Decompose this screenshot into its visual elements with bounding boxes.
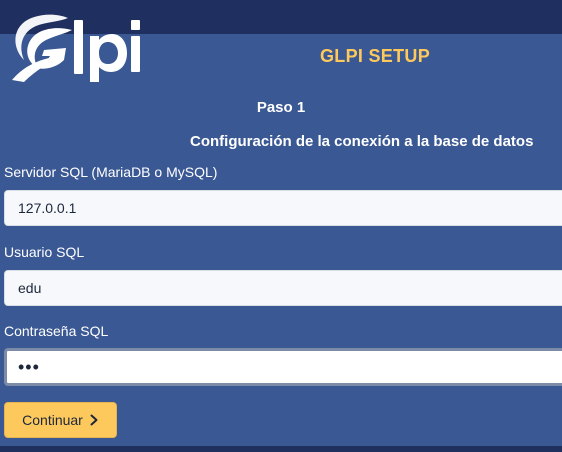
continue-button[interactable]: Continuar [4, 402, 117, 438]
continue-label: Continuar [22, 412, 83, 428]
user-input[interactable] [4, 270, 562, 306]
glpi-logo [12, 14, 140, 82]
step-title: Paso 1 [256, 99, 306, 116]
chevron-right-icon [90, 414, 98, 426]
user-label: Usuario SQL [4, 244, 85, 260]
password-label: Contraseña SQL [4, 323, 109, 339]
section-title: Configuración de la conexión a la base d… [190, 133, 534, 150]
server-input[interactable] [4, 190, 562, 226]
server-label: Servidor SQL (MariaDB o MySQL) [4, 164, 218, 180]
bottom-band [0, 446, 562, 452]
password-input[interactable] [4, 348, 562, 386]
setup-title: GLPI SETUP [319, 46, 430, 66]
